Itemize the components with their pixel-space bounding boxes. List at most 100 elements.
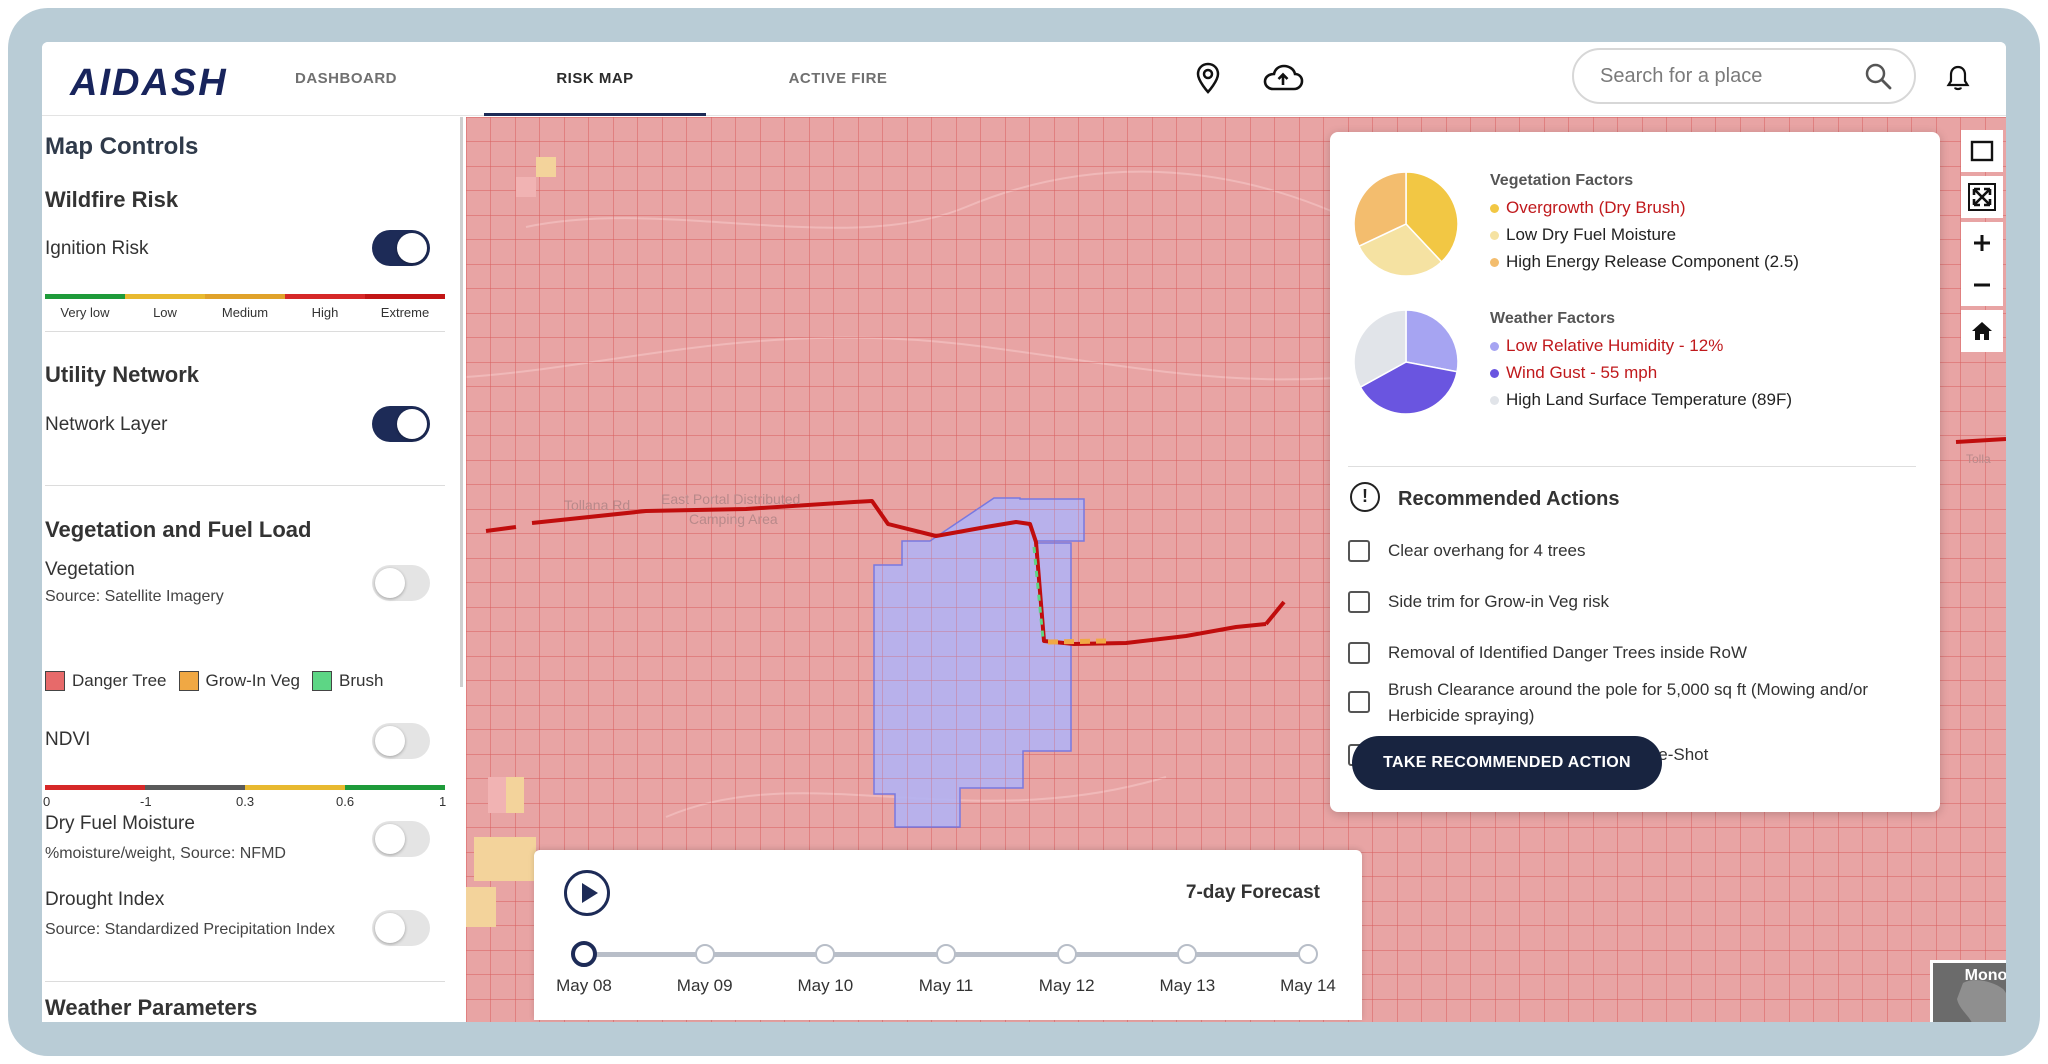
scale-segment-extreme	[365, 294, 445, 299]
search-icon[interactable]	[1864, 62, 1892, 95]
scale-segment-medium	[205, 294, 285, 299]
action-item[interactable]: Side trim for Grow-in Veg risk	[1348, 589, 1908, 615]
drought-index-source: Source: Standardized Precipitation Index	[45, 921, 335, 938]
network-layer-label: Network Layer	[45, 414, 168, 435]
action-item[interactable]: Clear overhang for 4 trees	[1348, 538, 1908, 564]
dry-fuel-moisture-toggle[interactable]	[372, 821, 430, 857]
basemap-label: Mono	[1964, 967, 2006, 984]
take-recommended-action-button[interactable]: TAKE RECOMMENDED ACTION	[1352, 736, 1662, 790]
alert-icon: !	[1350, 482, 1380, 512]
timeline-point[interactable]	[936, 944, 956, 964]
legend-item-danger-tree: Danger Tree	[45, 671, 167, 691]
grow-in-veg-cell	[466, 887, 496, 927]
timeline-date-label: May 12	[1038, 976, 1095, 995]
ndvi-tick: 0	[43, 794, 51, 809]
tab-dashboard[interactable]: DASHBOARD	[268, 42, 424, 116]
vegetation-fuel-heading: Vegetation and Fuel Load	[45, 517, 312, 542]
forecast-title: 7-day Forecast	[1185, 882, 1320, 903]
scale-label-high: High	[311, 305, 339, 320]
vegetation-toggle[interactable]	[372, 565, 430, 601]
search-input[interactable]	[1600, 62, 1850, 90]
legend-label: Brush	[339, 671, 384, 690]
timeline-date-label: May 14	[1280, 976, 1336, 995]
timeline-point[interactable]	[1298, 944, 1318, 964]
ndvi-segment	[245, 785, 345, 790]
timeline-date-label: May 08	[556, 976, 612, 995]
sidebar-scrollbar[interactable]	[460, 117, 463, 687]
action-label: Side trim for Grow-in Veg risk	[1388, 592, 1610, 611]
network-layer-toggle[interactable]	[372, 406, 430, 442]
cloud-upload-icon[interactable]	[1260, 60, 1306, 96]
ndvi-label: NDVI	[45, 729, 91, 750]
scale-segment-low	[125, 294, 205, 299]
fullscreen-icon[interactable]	[1961, 176, 2003, 218]
legend-dot	[1490, 368, 1499, 378]
vegetation-source: Source: Satellite Imagery	[45, 588, 224, 605]
scale-label-low: Low	[153, 305, 177, 320]
ignition-risk-toggle[interactable]	[372, 230, 430, 266]
basemap-toggle[interactable]: Mono	[1930, 960, 2006, 1022]
weather-factors-pie	[1353, 309, 1459, 415]
timeline-date-label: May 10	[797, 976, 854, 995]
timeline-point[interactable]	[694, 944, 715, 964]
square-select-icon[interactable]	[1961, 130, 2003, 172]
scale-segment-very-low	[45, 294, 125, 299]
factor-low-dry-fuel-moisture: Low Dry Fuel Moisture	[1490, 225, 1676, 245]
checkbox[interactable]	[1348, 591, 1370, 613]
factor-overgrowth: Overgrowth (Dry Brush)	[1490, 198, 1685, 218]
toggle-knob	[375, 726, 405, 756]
app-window: AIDASH DASHBOARD RISK MAP ACTIVE FIRE Ma…	[42, 42, 2006, 1022]
zoom-out-icon[interactable]	[1961, 264, 2003, 306]
home-icon[interactable]	[1961, 310, 2003, 352]
map-controls-sidebar: Map Controls Wildfire Risk Ignition Risk…	[42, 117, 463, 1022]
wildfire-scale-labels: Very low Low Medium High Extreme	[45, 305, 445, 320]
legend-swatch	[312, 671, 332, 691]
bell-icon[interactable]	[1940, 60, 1976, 96]
legend-label: Grow-In Veg	[205, 671, 301, 690]
drought-index-toggle[interactable]	[372, 910, 430, 946]
legend-dot	[1490, 203, 1499, 213]
play-icon[interactable]	[564, 870, 610, 916]
aidash-logo[interactable]: AIDASH	[70, 62, 228, 105]
action-item[interactable]: Brush Clearance around the pole for 5,00…	[1348, 677, 1908, 729]
timeline-point[interactable]	[815, 944, 836, 964]
toggle-knob	[397, 409, 427, 439]
legend-dot	[1490, 230, 1499, 240]
ignition-risk-label: Ignition Risk	[45, 238, 149, 259]
ndvi-segment	[145, 785, 245, 790]
tab-active-fire[interactable]: ACTIVE FIRE	[764, 42, 912, 116]
factor-label: High Energy Release Component (2.5)	[1506, 252, 1799, 271]
wildfire-risk-scale	[45, 294, 445, 299]
toggle-knob	[375, 568, 405, 598]
checkbox[interactable]	[1348, 540, 1370, 562]
action-item[interactable]: Removal of Identified Danger Trees insid…	[1348, 640, 1908, 666]
legend-item-brush: Brush	[312, 671, 383, 691]
legend-label: Danger Tree	[72, 671, 167, 690]
timeline-point[interactable]	[571, 941, 597, 967]
road-label: Tolla	[1966, 452, 1991, 466]
factor-label: Low Relative Humidity - 12%	[1506, 336, 1724, 355]
factor-label: High Land Surface Temperature (89F)	[1506, 390, 1793, 409]
factor-low-humidity: Low Relative Humidity - 12%	[1490, 336, 1723, 356]
grow-in-veg-cell	[506, 777, 524, 813]
timeline-date-label: May 13	[1159, 976, 1216, 995]
tab-risk-map[interactable]: RISK MAP	[484, 42, 706, 116]
timeline-date-label: May 09	[676, 976, 733, 995]
factor-high-erc: High Energy Release Component (2.5)	[1490, 252, 1799, 272]
risk-cell-light	[488, 777, 506, 813]
ndvi-scale	[45, 785, 445, 790]
utility-network-heading: Utility Network	[45, 362, 200, 387]
dry-fuel-moisture-label: Dry Fuel Moisture	[45, 813, 195, 834]
action-label: Clear overhang for 4 trees	[1388, 541, 1586, 560]
timeline-point[interactable]	[1056, 944, 1077, 964]
toggle-knob	[397, 233, 427, 263]
timeline-point[interactable]	[1177, 944, 1198, 964]
vegetation-factors-title: Vegetation Factors	[1490, 172, 1634, 189]
checkbox[interactable]	[1348, 691, 1370, 713]
drought-index-label: Drought Index	[45, 889, 165, 910]
checkbox[interactable]	[1348, 642, 1370, 664]
zoom-in-icon[interactable]	[1961, 222, 2003, 264]
location-pin-icon[interactable]	[1190, 60, 1226, 96]
ndvi-toggle[interactable]	[372, 723, 430, 759]
search-box	[1572, 48, 1916, 104]
